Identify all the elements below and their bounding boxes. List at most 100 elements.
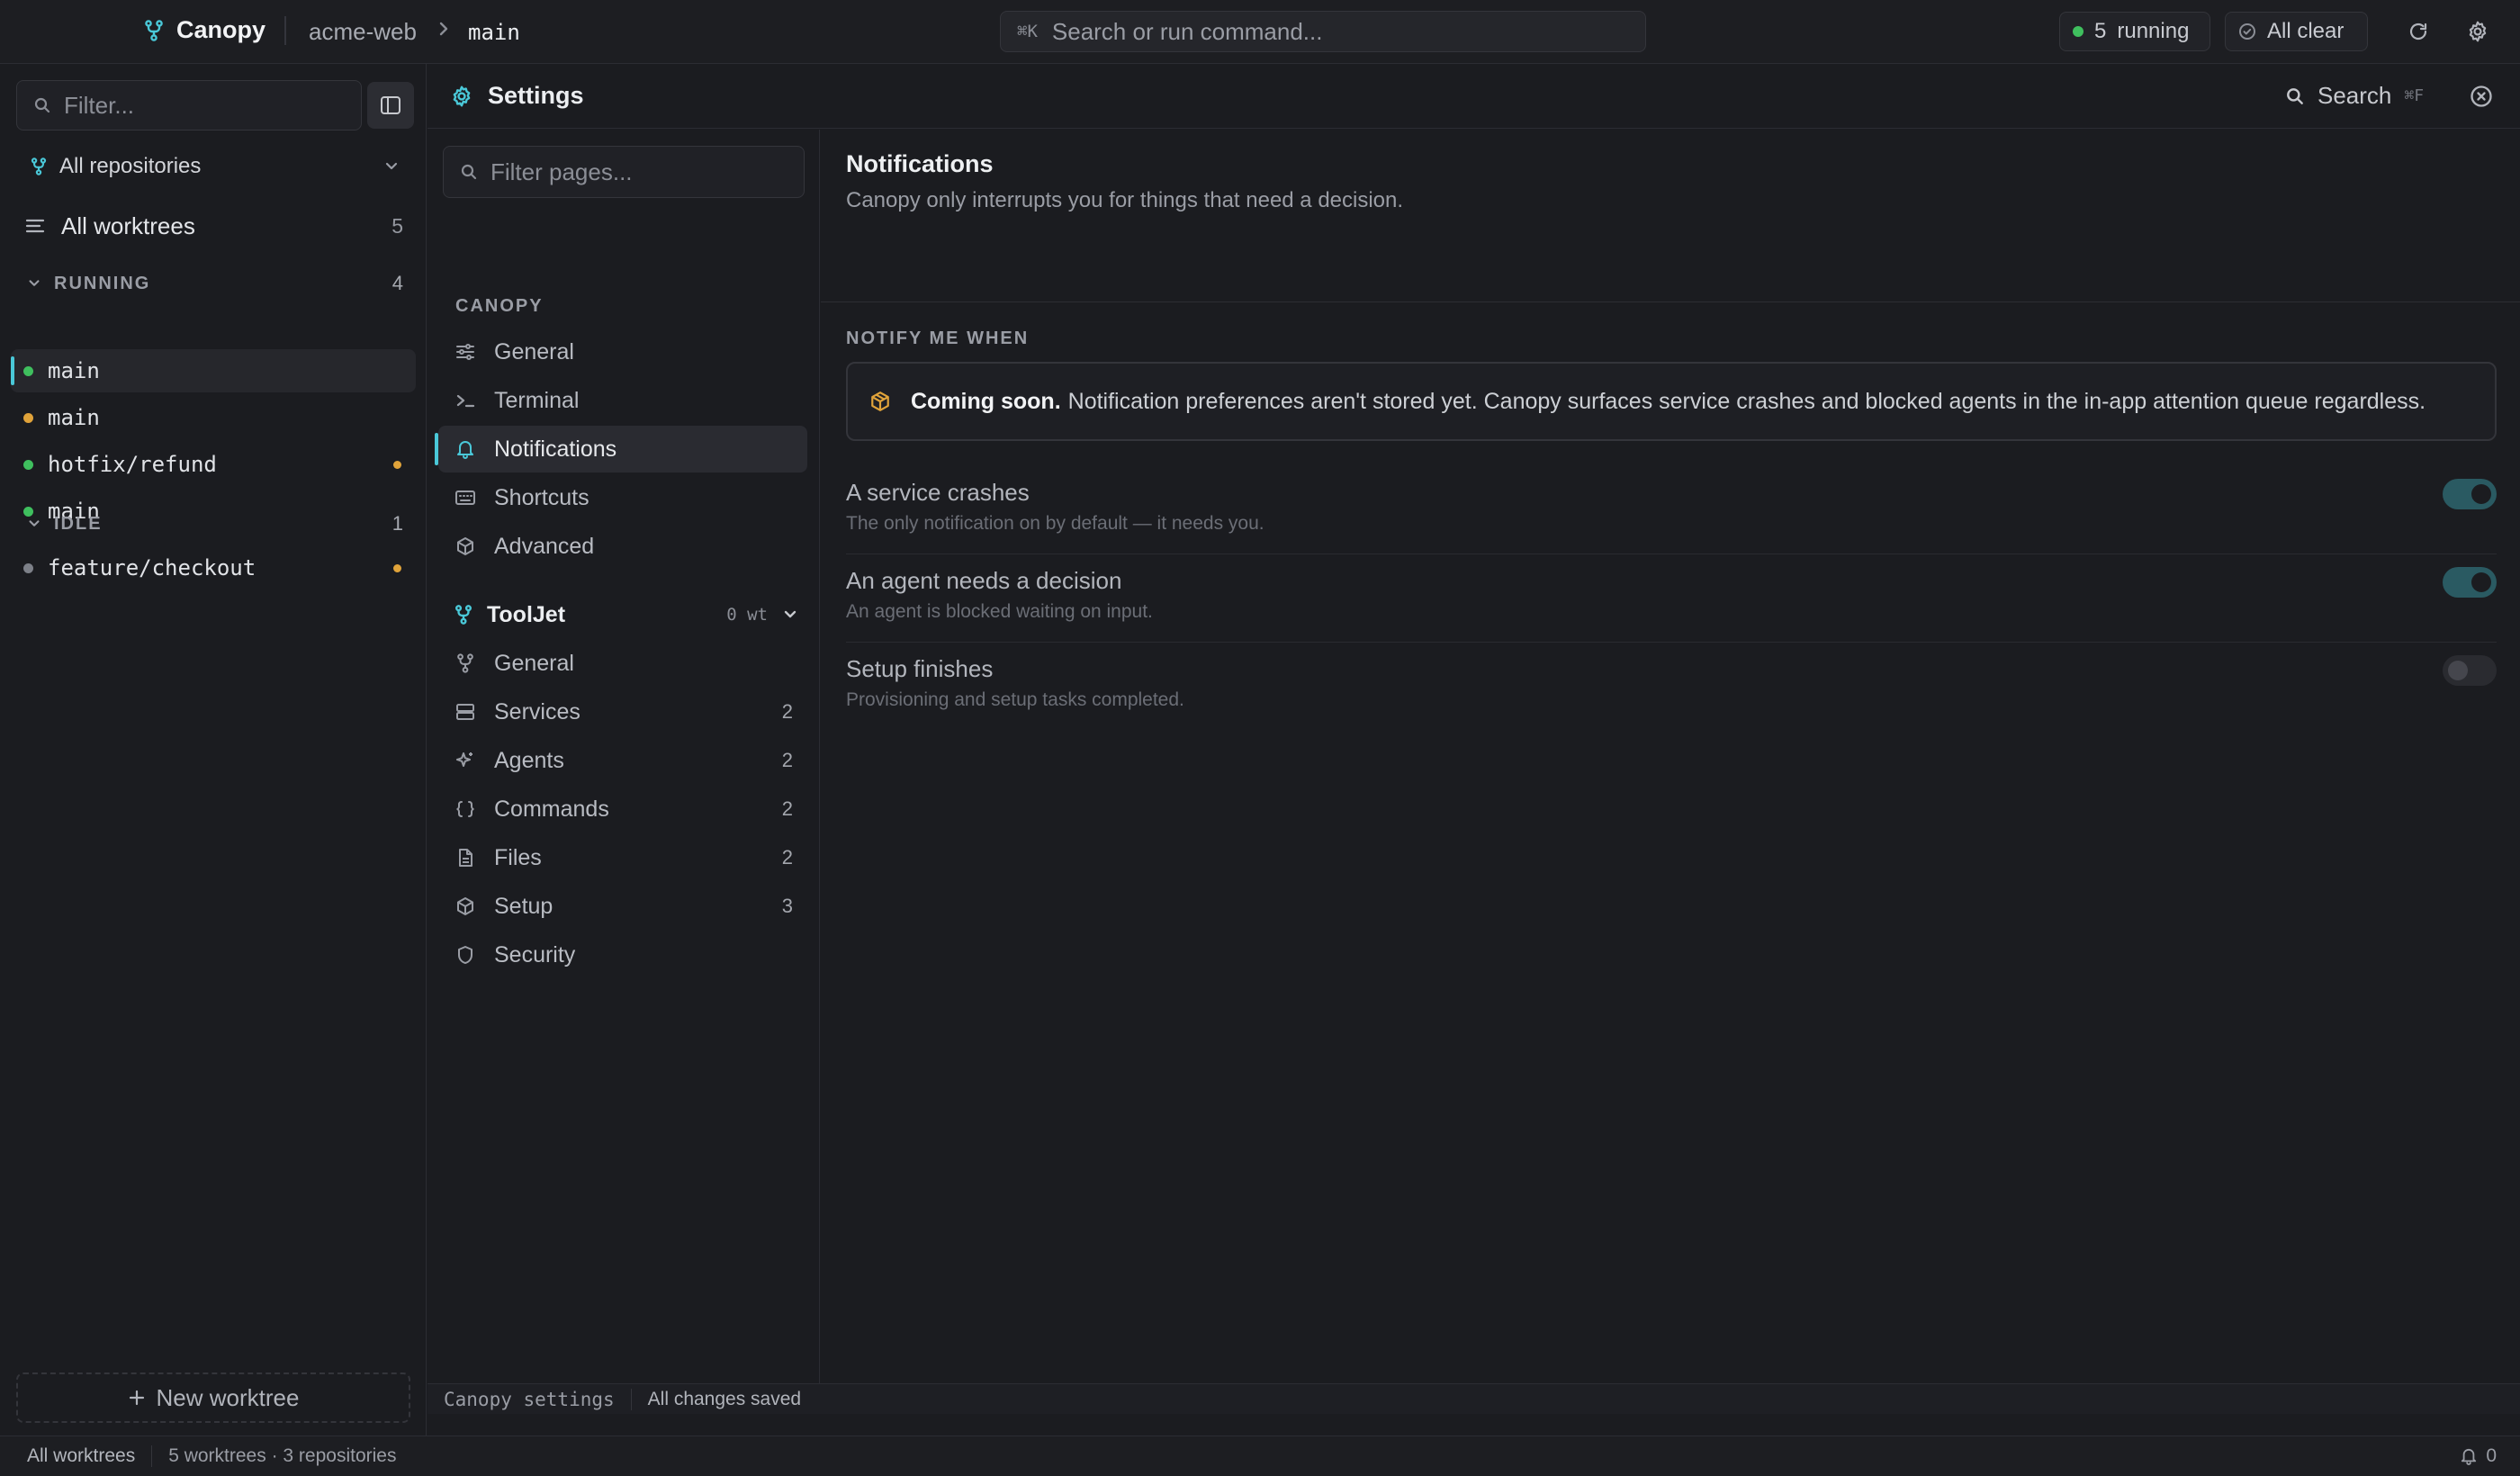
file-icon <box>454 848 476 868</box>
settings-status-bar: Canopy settings All changes saved <box>428 1383 2520 1414</box>
breadcrumb-divider <box>284 16 286 45</box>
sparkle-icon <box>454 751 476 770</box>
option-description: Provisioning and setup tasks completed. <box>846 689 1184 710</box>
nav-item-project-general[interactable]: General <box>438 640 807 687</box>
settings-title: Settings <box>450 82 584 110</box>
nav-item-notifications[interactable]: Notifications <box>435 426 807 472</box>
nav-item-label: Commands <box>494 796 609 822</box>
settings-header: Settings Search ⌘F <box>428 64 2520 129</box>
gear-icon[interactable] <box>2464 18 2491 45</box>
bell-icon <box>2461 1447 2477 1465</box>
breadcrumb-branch[interactable]: main <box>468 20 520 45</box>
option-toggle[interactable] <box>2443 655 2497 686</box>
toggle-knob <box>2471 484 2491 504</box>
settings-search-button[interactable]: Search ⌘F <box>2285 82 2424 110</box>
server-icon <box>454 703 476 721</box>
settings-search-label: Search <box>2318 82 2392 109</box>
cube-icon <box>454 536 476 556</box>
group-header-idle[interactable]: IDLE 1 <box>27 510 403 537</box>
refresh-icon[interactable] <box>2405 18 2432 45</box>
repository-selector[interactable]: All repositories <box>31 150 400 183</box>
banner-title: Coming soon. <box>911 388 1061 414</box>
nav-item-label: Services <box>494 698 580 724</box>
worktree-name: hotfix/refund <box>48 452 217 477</box>
nav-item-agents[interactable]: Agents 2 <box>438 737 807 784</box>
worktree-item[interactable]: main <box>11 349 416 392</box>
worktree-item[interactable]: hotfix/refund <box>11 443 416 486</box>
all-worktrees-item[interactable]: All worktrees 5 <box>25 208 403 244</box>
keyboard-icon <box>454 490 476 506</box>
worktree-name: main <box>48 405 100 430</box>
running-status-button[interactable]: 5 running <box>2059 12 2210 51</box>
modified-indicator <box>393 460 401 469</box>
worktree-item[interactable]: main <box>11 396 416 439</box>
nav-item-general[interactable]: General <box>438 328 807 375</box>
group-label: IDLE <box>54 513 103 534</box>
branch-icon <box>454 605 472 625</box>
settings-content: Notifications Canopy only interrupts you… <box>821 130 2520 1383</box>
terminal-icon <box>454 392 476 409</box>
top-bar: Canopy acme-web main ⌘K Search or run co… <box>0 0 2520 64</box>
settings-nav: Filter pages... CANOPY General Terminal … <box>428 130 820 1383</box>
nav-item-files[interactable]: Files 2 <box>438 834 807 881</box>
save-status: All changes saved <box>647 1388 802 1409</box>
option-toggle[interactable] <box>2443 479 2497 509</box>
settings-filter-input[interactable]: Filter pages... <box>443 146 805 198</box>
nav-item-label: Setup <box>494 893 554 919</box>
chevron-right-icon <box>437 20 450 38</box>
option-title: An agent needs a decision <box>846 567 1122 594</box>
nav-item-advanced[interactable]: Advanced <box>438 523 807 570</box>
shield-icon <box>454 945 476 965</box>
settings-panel: Settings Search ⌘F Filter pages... CANOP… <box>428 64 2520 1436</box>
worktree-item[interactable]: feature/checkout <box>11 546 416 590</box>
nav-item-terminal[interactable]: Terminal <box>438 377 807 424</box>
nav-item-setup[interactable]: Setup 3 <box>438 883 807 930</box>
running-dot <box>2073 26 2084 37</box>
status-bar: All worktrees 5 worktrees · 3 repositori… <box>0 1436 2520 1476</box>
nav-item-label: Security <box>494 941 576 968</box>
chevron-down-icon <box>27 278 41 289</box>
coming-soon-banner: Coming soon. Notification preferences ar… <box>846 362 2497 441</box>
breadcrumb-repo[interactable]: acme-web <box>309 18 417 46</box>
nav-item-label: General <box>494 338 574 364</box>
nav-item-count: 3 <box>781 895 793 917</box>
notification-count: 0 <box>2486 1445 2497 1466</box>
settings-search-shortcut: ⌘F <box>2404 86 2425 105</box>
divider <box>151 1445 153 1467</box>
nav-item-label: Shortcuts <box>494 484 590 510</box>
cube-icon <box>454 896 476 916</box>
nav-item-commands[interactable]: Commands 2 <box>438 786 807 832</box>
section-heading: NOTIFY ME WHEN <box>846 328 1030 348</box>
divider <box>630 1388 632 1410</box>
nav-item-shortcuts[interactable]: Shortcuts <box>438 474 807 521</box>
sidebar-toggle-button[interactable] <box>367 82 414 129</box>
option-toggle[interactable] <box>2443 567 2497 598</box>
close-settings-button[interactable] <box>2469 84 2494 109</box>
toggle-knob <box>2448 661 2468 680</box>
nav-item-count: 2 <box>781 846 793 868</box>
command-placeholder: Search or run command... <box>1051 17 1323 45</box>
sliders-icon <box>454 343 476 361</box>
option-title: A service crashes <box>846 479 1030 506</box>
worktree-name: feature/checkout <box>48 555 256 580</box>
worktree-sidebar: Filter... All repositories All worktrees… <box>0 64 427 1436</box>
package-icon <box>869 391 891 412</box>
sidebar-filter-input[interactable]: Filter... <box>16 80 362 130</box>
group-header-running[interactable]: RUNNING 4 <box>27 270 403 297</box>
nav-item-count: 2 <box>781 797 793 820</box>
nav-item-services[interactable]: Services 2 <box>438 688 807 735</box>
project-header-tooljet[interactable]: ToolJet 0 wt <box>454 597 798 633</box>
status-scope: Canopy settings <box>444 1388 615 1410</box>
running-count: 5 <box>2094 19 2107 43</box>
app-brand[interactable]: Canopy <box>144 16 266 44</box>
nav-item-security[interactable]: Security <box>438 932 807 978</box>
nav-item-label: Notifications <box>494 436 617 462</box>
new-worktree-button[interactable]: New worktree <box>16 1372 410 1423</box>
footer-scope[interactable]: All worktrees <box>27 1445 135 1467</box>
sidebar-filter-placeholder: Filter... <box>64 91 135 119</box>
running-label: running <box>2117 19 2190 43</box>
worktree-name: main <box>48 358 100 383</box>
attention-status-button[interactable]: All clear <box>2225 12 2368 51</box>
notifications-button[interactable]: 0 <box>2461 1445 2497 1467</box>
command-palette-input[interactable]: ⌘K Search or run command... <box>1000 11 1646 52</box>
